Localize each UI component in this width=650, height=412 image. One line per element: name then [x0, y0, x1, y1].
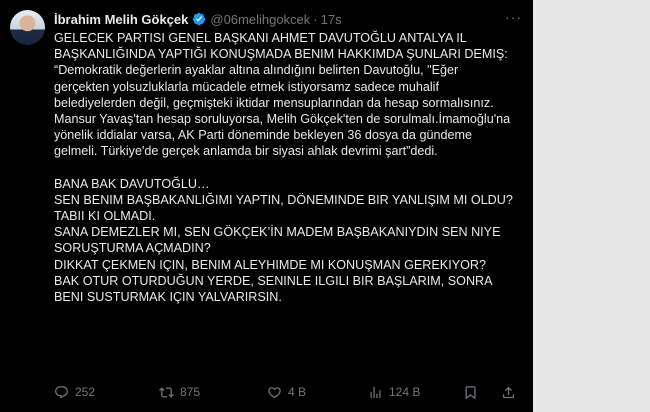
- retweet-button[interactable]: 875: [159, 385, 200, 400]
- like-button[interactable]: 4 B: [267, 385, 306, 400]
- author-name[interactable]: İbrahim Melih Gökçek: [54, 12, 188, 27]
- share-button[interactable]: [501, 385, 516, 400]
- retweet-icon: [159, 386, 174, 398]
- action-bar: 252 875 4 B 124 B: [54, 382, 516, 402]
- tweet-timestamp[interactable]: 17s: [321, 12, 342, 27]
- reply-button[interactable]: 252: [54, 385, 95, 400]
- views-icon: [370, 386, 381, 398]
- reply-icon: [55, 385, 68, 399]
- reply-count: 252: [75, 385, 96, 399]
- tweet-card[interactable]: İbrahim Melih Gökçek @06melihgokcek · 17…: [0, 0, 533, 412]
- views-button[interactable]: 124 B: [368, 385, 420, 400]
- like-count: 4 B: [288, 385, 307, 399]
- heart-icon: [268, 386, 281, 398]
- verified-badge-icon: [193, 12, 206, 26]
- views-count: 124 B: [389, 385, 421, 399]
- avatar[interactable]: [10, 10, 45, 45]
- retweet-count: 875: [180, 385, 201, 399]
- tweet-text: GELECEK PARTISI GENEL BAŞKANI AHMET DAVU…: [54, 30, 516, 305]
- tweet-header: İbrahim Melih Gökçek @06melihgokcek · 17…: [54, 10, 342, 28]
- author-handle[interactable]: @06melihgokcek: [210, 12, 310, 27]
- more-icon[interactable]: ···: [505, 9, 522, 25]
- tweet-paragraph-2: BANA BAK DAVUTOĞLU… SEN BENIM BAŞBAKANLI…: [54, 176, 513, 305]
- share-icon: [502, 386, 515, 398]
- bookmark-icon: [465, 385, 476, 399]
- separator-dot: ·: [313, 11, 318, 27]
- bookmark-button[interactable]: [463, 385, 478, 400]
- tweet-paragraph-1: GELECEK PARTISI GENEL BAŞKANI AHMET DAVU…: [54, 31, 511, 159]
